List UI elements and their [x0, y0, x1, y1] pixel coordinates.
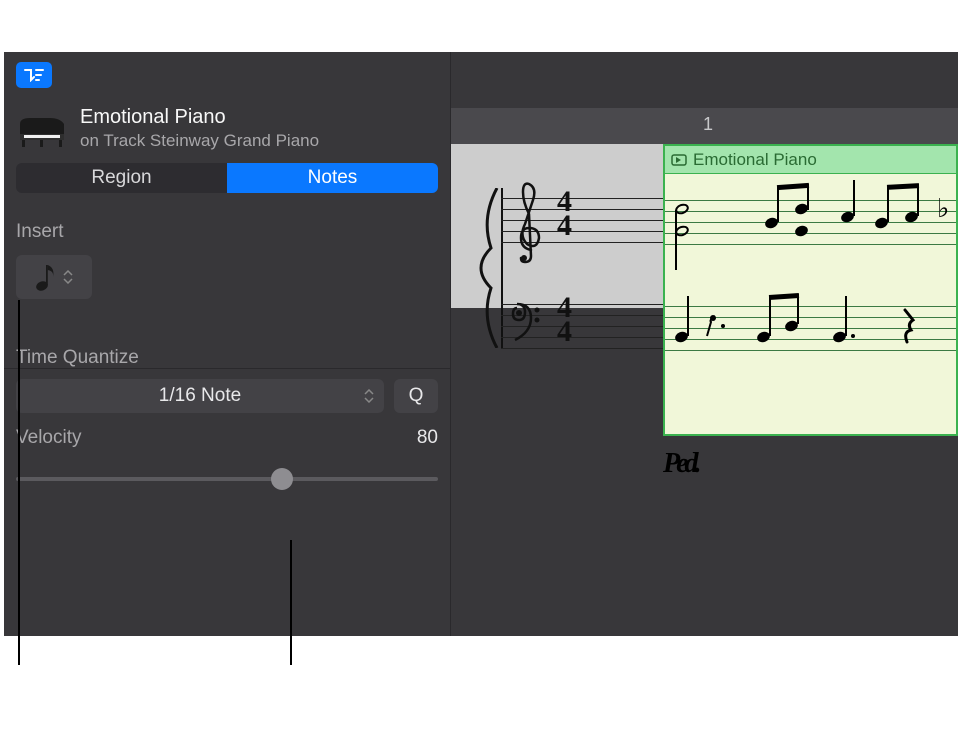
- region-header-bar[interactable]: Emotional Piano: [665, 146, 956, 174]
- time-quantize-label: Time Quantize: [16, 347, 438, 369]
- chevrons-icon: [63, 270, 73, 284]
- grand-staff-brace-icon: [479, 188, 501, 348]
- time-signature-bass: 44: [557, 296, 572, 344]
- inspector-mode-segment: Region Notes: [16, 163, 438, 193]
- score-lead-in: 44 44: [451, 144, 663, 308]
- quantize-button[interactable]: Q: [394, 379, 438, 413]
- eighth-rest-icon: [705, 314, 719, 338]
- treble-clef-icon: [509, 174, 549, 264]
- velocity-slider[interactable]: [16, 469, 438, 489]
- catch-filter-icon: [24, 68, 44, 82]
- midi-region[interactable]: Emotional Piano: [663, 144, 958, 436]
- tab-notes[interactable]: Notes: [227, 163, 438, 193]
- eighth-note-icon: [35, 262, 57, 292]
- cycle-icon: [671, 154, 687, 166]
- region-title: Emotional Piano: [80, 106, 319, 129]
- region-header: Emotional Piano on Track Steinway Grand …: [16, 106, 438, 151]
- region-name-label: Emotional Piano: [693, 150, 817, 170]
- time-signature-treble: 44: [557, 190, 572, 238]
- chevrons-icon: [364, 389, 374, 403]
- insert-label: Insert: [16, 221, 438, 243]
- region-track-subtitle: on Track Steinway Grand Piano: [80, 131, 319, 151]
- velocity-row: Velocity 80: [16, 427, 438, 449]
- insert-note-value-popup[interactable]: [16, 255, 92, 299]
- pedal-marking: Ped.: [663, 448, 698, 480]
- velocity-slider-knob[interactable]: [271, 468, 293, 490]
- bass-clef-icon: [511, 302, 545, 342]
- callout-line: [18, 300, 20, 665]
- filter-button[interactable]: [16, 62, 52, 88]
- bar-number: 1: [703, 114, 713, 135]
- score-editor-panel: Emotional Piano on Track Steinway Grand …: [4, 52, 958, 636]
- tab-region[interactable]: Region: [16, 163, 227, 193]
- inspector: Emotional Piano on Track Steinway Grand …: [4, 52, 451, 636]
- velocity-value: 80: [417, 427, 438, 449]
- velocity-label: Velocity: [16, 427, 81, 449]
- flat-accidental-icon: ♭: [937, 194, 949, 224]
- quarter-rest-icon: [901, 308, 917, 348]
- bar-ruler[interactable]: 1: [451, 108, 958, 144]
- time-quantize-popup[interactable]: 1/16 Note: [16, 379, 384, 413]
- callout-line: [290, 540, 292, 665]
- score-area: 1: [451, 52, 958, 636]
- piano-icon: [16, 110, 68, 148]
